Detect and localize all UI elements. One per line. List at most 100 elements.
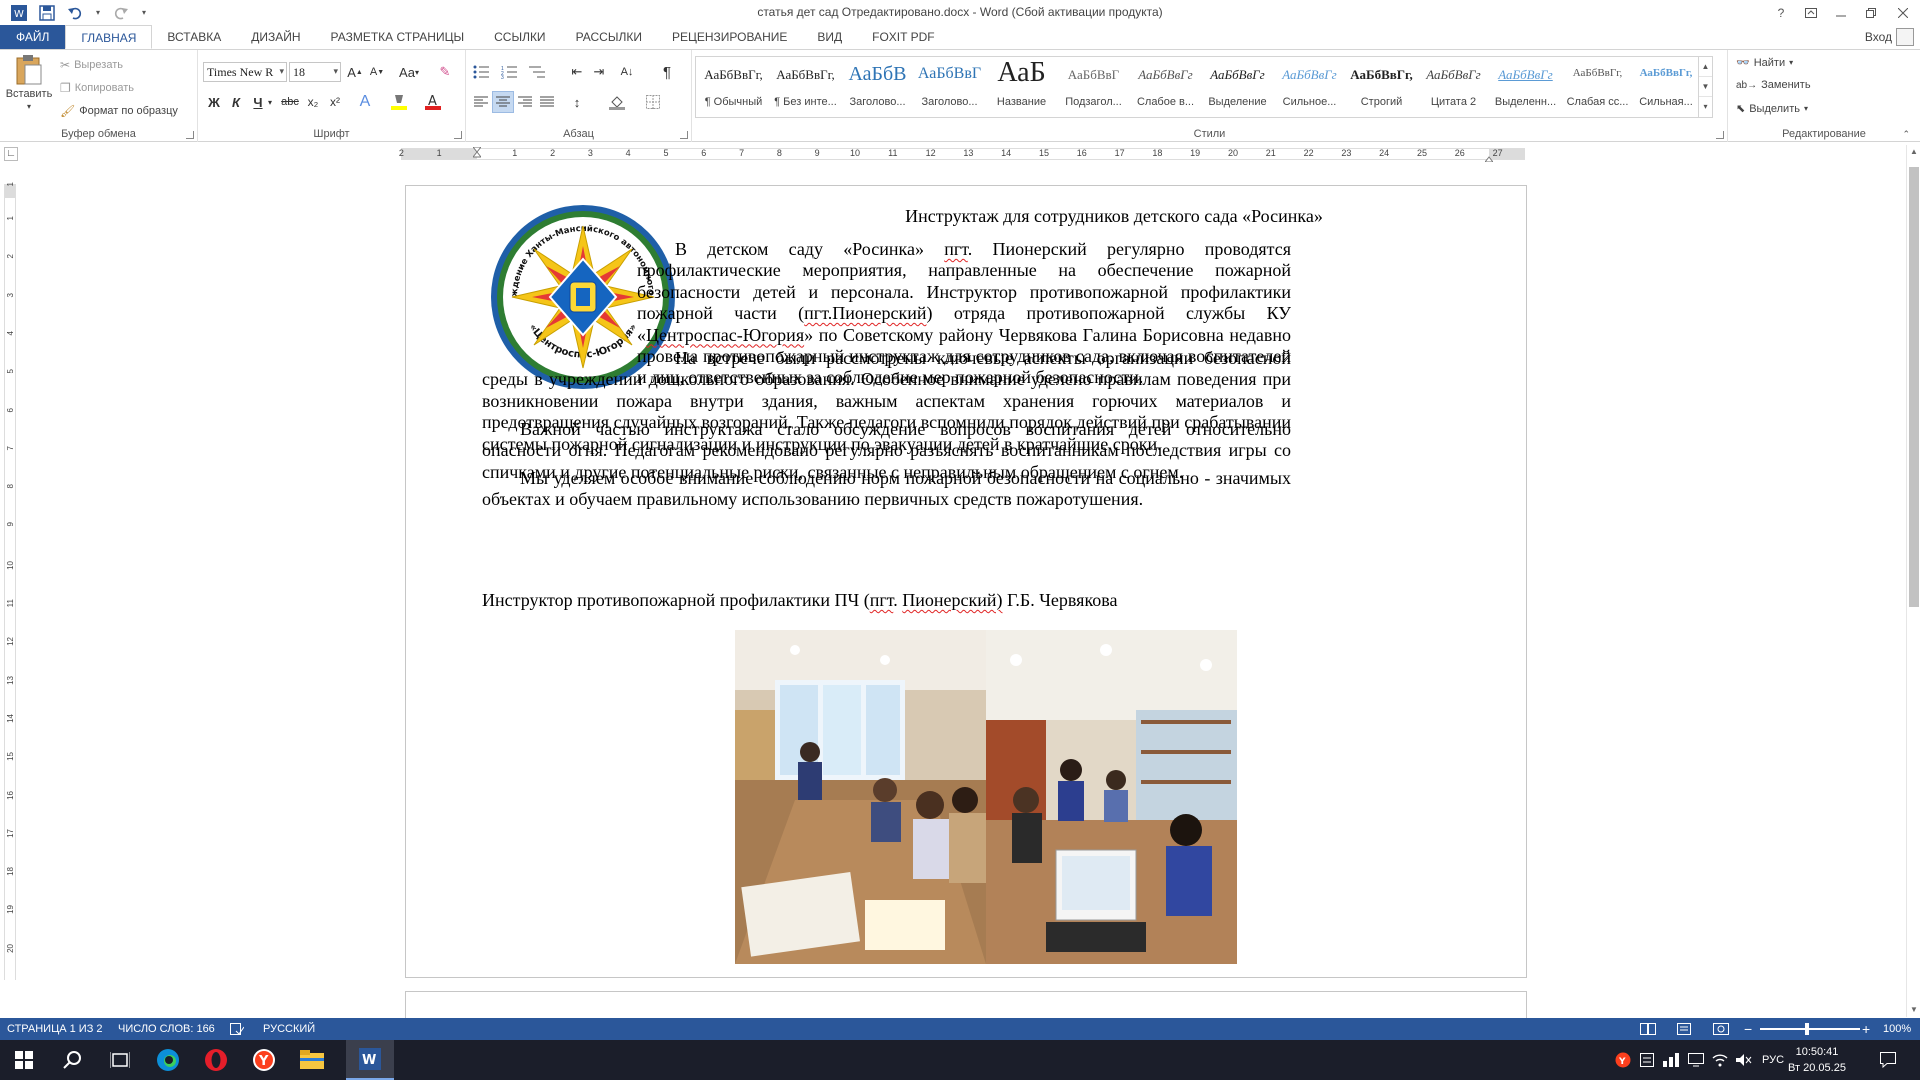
tab-design[interactable]: ДИЗАЙН <box>236 25 315 49</box>
font-name-combo[interactable]: Times New R <box>203 62 287 82</box>
grow-font-icon[interactable]: A ▲ <box>344 61 366 83</box>
tab-review[interactable]: РЕЦЕНЗИРОВАНИЕ <box>657 25 802 49</box>
display-tray-icon[interactable] <box>1688 1040 1704 1080</box>
style-subtle-emphasis[interactable]: АаБбВвГг Слабое в... <box>1130 57 1201 117</box>
strikethrough-button[interactable]: abc <box>279 91 301 113</box>
style-no-spacing[interactable]: АаБбВвГг, ¶ Без инте... <box>770 57 841 117</box>
borders-icon[interactable] <box>642 91 664 113</box>
zoom-slider-thumb[interactable] <box>1805 1023 1809 1035</box>
scroll-up-icon[interactable]: ▲ <box>1907 145 1920 159</box>
align-center-icon[interactable] <box>492 91 514 113</box>
tab-mailings[interactable]: РАССЫЛКИ <box>561 25 657 49</box>
zoom-slider[interactable] <box>1760 1028 1860 1030</box>
horizontal-ruler[interactable]: 2 1 1 2 3 4 5 6 7 8 9 10 11 12 13 14 15 16 17 18 19 20 21 22 23 2… <box>399 146 1525 163</box>
restore-icon[interactable] <box>1856 0 1886 25</box>
tab-file[interactable]: ФАЙЛ <box>0 25 66 49</box>
undo-dropdown-icon[interactable]: ▾ <box>94 4 102 22</box>
paragraph-launcher-icon[interactable] <box>680 131 688 139</box>
format-painter-button[interactable]: 🖌 Формат по образцу <box>60 104 178 118</box>
underline-dropdown-icon[interactable]: ▾ <box>265 91 275 113</box>
gallery-more-icon[interactable]: ▾ <box>1699 97 1712 117</box>
font-launcher-icon[interactable] <box>454 131 462 139</box>
tab-insert[interactable]: ВСТАВКА <box>152 25 236 49</box>
style-emphasis[interactable]: АаБбВвГг Выделение <box>1202 57 1273 117</box>
help-button[interactable]: ? <box>1766 0 1796 25</box>
style-quote[interactable]: АаБбВвГг Цитата 2 <box>1418 57 1489 117</box>
tab-view[interactable]: ВИД <box>802 25 857 49</box>
task-view-icon[interactable] <box>96 1040 144 1080</box>
italic-button[interactable]: К <box>225 91 247 113</box>
yandex-tray-icon[interactable]: Y <box>1615 1040 1631 1080</box>
close-icon[interactable] <box>1886 0 1920 25</box>
shading-icon[interactable] <box>606 91 628 113</box>
style-intense-quote[interactable]: АаБбВвГг Выделенн... <box>1490 57 1561 117</box>
sort-icon[interactable]: A↓ <box>616 61 638 83</box>
style-strong[interactable]: АаБбВвГг, Строгий <box>1346 57 1417 117</box>
zoom-level[interactable]: 100% <box>1883 1018 1911 1040</box>
start-windows-icon[interactable] <box>0 1040 48 1080</box>
style-title[interactable]: АаБ Название <box>986 57 1057 117</box>
gallery-down-icon[interactable]: ▼ <box>1699 77 1712 97</box>
style-subtle-reference[interactable]: АаБбВвГг, Слабая сс... <box>1562 57 1633 117</box>
increase-indent-icon[interactable]: ⇥ <box>588 61 610 83</box>
style-subtitle[interactable]: АаБбВвГ Подзагол... <box>1058 57 1129 117</box>
clipboard-launcher-icon[interactable] <box>186 131 194 139</box>
minimize-icon[interactable] <box>1826 0 1856 25</box>
superscript-button[interactable]: x² <box>324 91 346 113</box>
yandex-browser-icon[interactable]: Y <box>240 1040 288 1080</box>
line-spacing-icon[interactable]: ↕ <box>566 91 588 113</box>
multilevel-list-icon[interactable] <box>526 61 548 83</box>
edge-browser-icon[interactable] <box>144 1040 192 1080</box>
wifi-tray-icon[interactable] <box>1712 1040 1728 1080</box>
indent-marker-icon[interactable] <box>471 146 483 161</box>
shrink-font-icon[interactable]: A ▼ <box>366 61 388 83</box>
bold-button[interactable]: Ж <box>203 91 225 113</box>
vertical-scrollbar[interactable]: ▲ ▼ <box>1906 145 1920 1017</box>
avatar[interactable] <box>1896 28 1914 46</box>
styles-gallery-scroll[interactable]: ▲ ▼ ▾ <box>1698 57 1712 117</box>
save-icon[interactable] <box>38 4 56 22</box>
tab-references[interactable]: ССЫЛКИ <box>479 25 560 49</box>
paste-button[interactable]: Вставить ▾ <box>6 54 52 111</box>
find-button[interactable]: 👓 Найти ▾ <box>1736 56 1793 70</box>
collapse-ribbon-icon[interactable]: ⌃ <box>1902 129 1910 140</box>
sign-in-link[interactable]: Вход <box>1865 25 1892 49</box>
notifications-icon[interactable] <box>1880 1040 1896 1080</box>
style-heading-1[interactable]: АаБбВ Заголово... <box>842 57 913 117</box>
tab-home[interactable]: ГЛАВНАЯ <box>65 25 153 49</box>
scroll-down-icon[interactable]: ▼ <box>1907 1003 1920 1017</box>
text-effects-icon[interactable]: A <box>354 91 376 113</box>
style-normal[interactable]: АаБбВвГг, ¶ Обычный <box>698 57 769 117</box>
highlight-icon[interactable] <box>388 91 410 113</box>
search-icon[interactable] <box>48 1040 96 1080</box>
tab-foxit-pdf[interactable]: FOXIT PDF <box>857 25 949 49</box>
volume-muted-tray-icon[interactable] <box>1736 1040 1752 1080</box>
style-heading-2[interactable]: АаБбВвГ Заголово... <box>914 57 985 117</box>
cut-button[interactable]: ✂ Вырезать <box>60 58 123 72</box>
bullets-icon[interactable] <box>470 61 492 83</box>
style-intense-emphasis[interactable]: АаБбВвГг Сильное... <box>1274 57 1345 117</box>
document-page[interactable]: Инструктаж для сотрудников детского сада… <box>405 185 1527 978</box>
zoom-in-button[interactable]: + <box>1862 1018 1870 1040</box>
scrollbar-thumb[interactable] <box>1909 167 1919 607</box>
justify-icon[interactable] <box>536 91 558 113</box>
zoom-out-button[interactable]: − <box>1744 1018 1752 1040</box>
word-count-status[interactable]: ЧИСЛО СЛОВ: 166 <box>118 1018 215 1040</box>
decrease-indent-icon[interactable]: ⇤ <box>566 61 588 83</box>
numbering-icon[interactable]: 123 <box>498 61 520 83</box>
replace-button[interactable]: ab→ Заменить <box>1736 79 1811 91</box>
vertical-ruler[interactable]: 1 1 2 3 4 5 6 7 8 9 10 11 12 13 14 15 16 17 18 19 20 <box>4 182 16 980</box>
word-taskbar-icon[interactable]: W <box>346 1040 394 1080</box>
select-button[interactable]: ⬉ Выделить ▾ <box>1736 102 1808 116</box>
subscript-button[interactable]: x₂ <box>302 91 324 113</box>
customize-qat-icon[interactable]: ▾ <box>140 4 148 22</box>
style-intense-reference[interactable]: АаБбВвГг, Сильная... <box>1634 57 1698 117</box>
font-size-combo[interactable]: 18 <box>289 62 341 82</box>
network-tray-icon[interactable] <box>1663 1040 1679 1080</box>
styles-launcher-icon[interactable] <box>1716 131 1724 139</box>
change-case-button[interactable]: Aa ▾ <box>394 61 424 83</box>
align-right-icon[interactable] <box>514 91 536 113</box>
undo-icon[interactable] <box>66 4 84 22</box>
opera-browser-icon[interactable] <box>192 1040 240 1080</box>
tab-selector-icon[interactable]: ∟ <box>4 147 18 161</box>
